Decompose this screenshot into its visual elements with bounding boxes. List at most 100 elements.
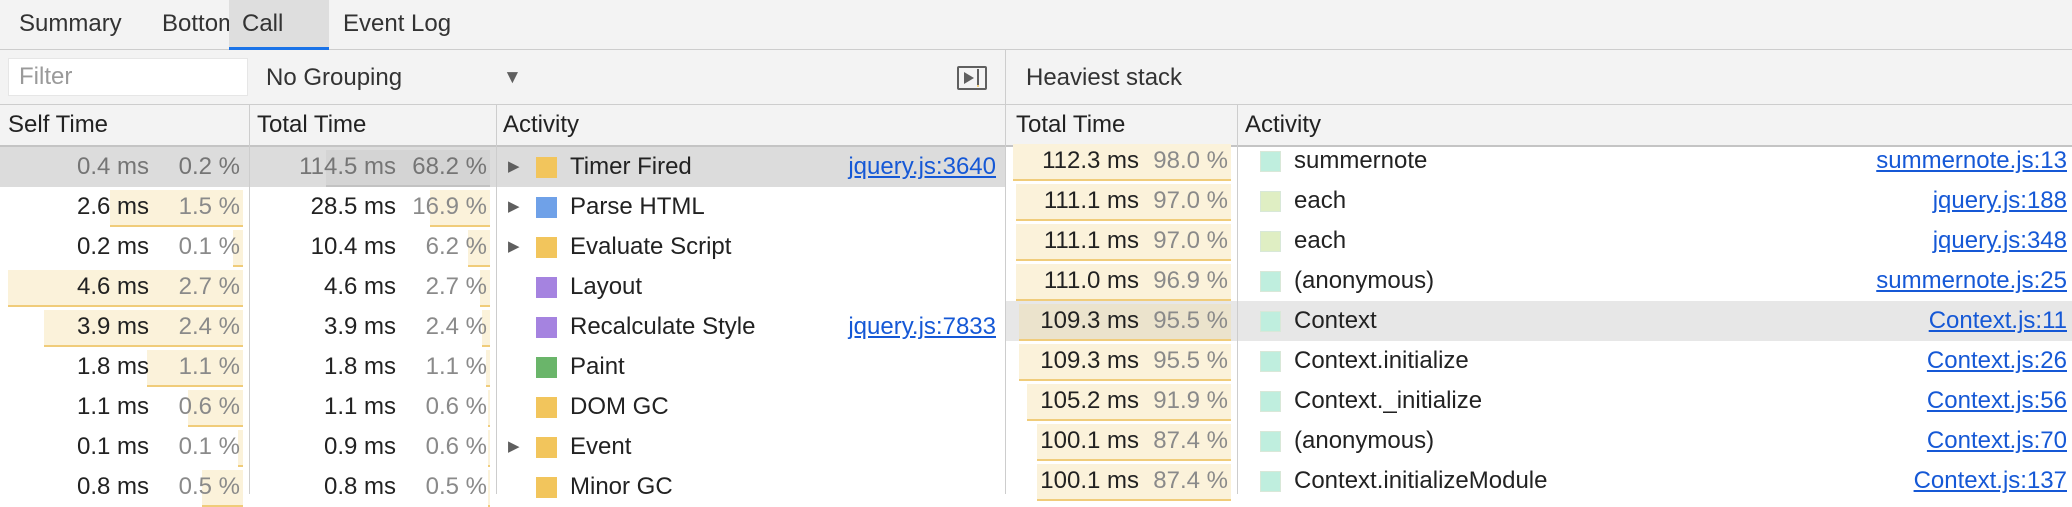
category-swatch: [536, 157, 557, 178]
source-link[interactable]: jquery.js:7833: [848, 307, 996, 347]
self-time-ms: 0.2 ms: [76, 233, 149, 260]
activity-cell: ▶ Timer Fired jquery.js:3640: [497, 147, 1005, 187]
heaviest-stack-row[interactable]: 109.3 ms 95.5 % Context Context.js:11: [1006, 301, 2072, 341]
activity-cell: Context.initialize Context.js:26: [1238, 341, 2072, 381]
source-link[interactable]: summernote.js:13: [1876, 141, 2067, 181]
total-time-cell: 109.3 ms 95.5 %: [1006, 341, 1237, 381]
column-divider[interactable]: [249, 105, 250, 494]
table-row[interactable]: 1.1 ms 0.6 % 1.1 ms 0.6 % DOM GC: [0, 387, 1005, 427]
source-link[interactable]: jquery.js:3640: [848, 147, 996, 187]
total-time-pct: 91.9 %: [1153, 387, 1228, 414]
category-swatch: [536, 317, 557, 338]
category-swatch: [1260, 191, 1281, 212]
grouping-select[interactable]: No Grouping: [266, 50, 402, 105]
total-time-ms: 109.3 ms: [1040, 307, 1139, 334]
table-row[interactable]: 2.6 ms 1.5 % 28.5 ms 16.9 % ▶ Parse HTML: [0, 187, 1005, 227]
activity-cell: ▶ Evaluate Script: [497, 227, 1005, 267]
heaviest-stack-row[interactable]: 100.1 ms 87.4 % Context.initializeModule Co…: [1006, 461, 2072, 501]
heaviest-stack-row[interactable]: 105.2 ms 91.9 % Context._initialize Context…: [1006, 381, 2072, 421]
toolbar: No Grouping ▼ Heaviest stack: [0, 50, 2072, 105]
activity-cell: Minor GC: [497, 467, 1005, 507]
tab-event-log[interactable]: Event Log: [324, 0, 470, 50]
total-time-pct: 96.9 %: [1153, 267, 1228, 294]
total-time-ms: 28.5 ms: [310, 193, 396, 220]
self-time-cell: 0.2 ms 0.1 %: [0, 227, 249, 267]
heaviest-stack-row[interactable]: 112.3 ms 98.0 % summernote summernote.js:13: [1006, 141, 2072, 181]
total-time-ms: 4.6 ms: [323, 273, 396, 300]
self-time-pct: 1.5 %: [178, 193, 240, 220]
source-link[interactable]: Context.js:70: [1927, 421, 2067, 461]
triangle-down-icon[interactable]: ▼: [503, 50, 522, 105]
category-swatch: [536, 397, 557, 418]
source-link[interactable]: Context.js:26: [1927, 341, 2067, 381]
heaviest-stack-row[interactable]: 100.1 ms 87.4 % (anonymous) Context.js:70: [1006, 421, 2072, 461]
total-time-cell: 0.9 ms 0.6 %: [250, 427, 496, 467]
table-row[interactable]: 1.8 ms 1.1 % 1.8 ms 1.1 % Paint: [0, 347, 1005, 387]
heaviest-header-total-time[interactable]: Total Time: [1016, 105, 1125, 145]
total-time-pct: 16.9 %: [412, 193, 487, 220]
heaviest-stack-row[interactable]: 109.3 ms 95.5 % Context.initialize Context.…: [1006, 341, 2072, 381]
tab-summary[interactable]: Summary: [0, 0, 141, 50]
self-time-pct: 0.1 %: [178, 433, 240, 460]
source-link[interactable]: Context.js:137: [1914, 461, 2067, 501]
category-swatch: [1260, 351, 1281, 372]
self-time-pct: 0.6 %: [178, 393, 240, 420]
total-time-ms: 100.1 ms: [1040, 427, 1139, 454]
source-link[interactable]: jquery.js:188: [1933, 181, 2067, 221]
activity-name: Event: [570, 433, 632, 460]
total-time-cell: 109.3 ms 95.5 %: [1006, 301, 1237, 341]
split-divider[interactable]: [1005, 50, 1006, 494]
show-sidebar-icon[interactable]: [957, 66, 987, 90]
total-time-cell: 1.8 ms 1.1 %: [250, 347, 496, 387]
total-time-ms: 100.1 ms: [1040, 467, 1139, 494]
tab-call-tree[interactable]: Call Tree: [229, 0, 329, 85]
total-time-cell: 100.1 ms 87.4 %: [1006, 421, 1237, 461]
source-link[interactable]: Context.js:56: [1927, 381, 2067, 421]
source-link[interactable]: summernote.js:25: [1876, 261, 2067, 301]
self-time-pct: 0.2 %: [178, 153, 240, 180]
self-time-pct: 0.5 %: [178, 473, 240, 500]
activity-name: Parse HTML: [570, 193, 705, 220]
table-row[interactable]: 0.8 ms 0.5 % 0.8 ms 0.5 % Minor GC: [0, 467, 1005, 507]
self-time-ms: 0.1 ms: [76, 433, 149, 460]
total-time-ms: 111.1 ms: [1043, 187, 1139, 214]
source-link[interactable]: jquery.js:348: [1933, 221, 2067, 261]
activity-name: Minor GC: [570, 473, 673, 500]
total-time-ms: 1.1 ms: [323, 393, 396, 420]
tab-bar: Summary Bottom-Up Call Tree Event Log: [0, 0, 2072, 85]
table-row[interactable]: 0.2 ms 0.1 % 10.4 ms 6.2 % ▶ Evaluate Script: [0, 227, 1005, 267]
expand-arrow-icon[interactable]: ▶: [508, 227, 520, 267]
table-row[interactable]: 3.9 ms 2.4 % 3.9 ms 2.4 % Recalculate Style j…: [0, 307, 1005, 347]
expand-arrow-icon[interactable]: ▶: [508, 187, 520, 227]
total-time-cell: 4.6 ms 2.7 %: [250, 267, 496, 307]
total-time-pct: 68.2 %: [412, 153, 487, 180]
expand-arrow-icon[interactable]: ▶: [508, 427, 520, 467]
heaviest-stack-row[interactable]: 111.0 ms 96.9 % (anonymous) summernote.js:2…: [1006, 261, 2072, 301]
filter-input[interactable]: [8, 58, 248, 96]
header-total-time[interactable]: Total Time: [257, 105, 366, 145]
category-swatch: [1260, 311, 1281, 332]
total-time-cell: 28.5 ms 16.9 %: [250, 187, 496, 227]
total-time-pct: 1.1 %: [425, 353, 487, 380]
activity-name: Recalculate Style: [570, 313, 756, 340]
self-time-cell: 0.8 ms 0.5 %: [0, 467, 249, 507]
category-swatch: [536, 357, 557, 378]
table-row[interactable]: 0.1 ms 0.1 % 0.9 ms 0.6 % ▶ Event: [0, 427, 1005, 467]
table-row[interactable]: 4.6 ms 2.7 % 4.6 ms 2.7 % Layout: [0, 267, 1005, 307]
expand-arrow-icon[interactable]: ▶: [508, 147, 520, 187]
header-self-time[interactable]: Self Time: [8, 105, 108, 145]
total-time-pct: 95.5 %: [1153, 307, 1228, 334]
source-link[interactable]: Context.js:11: [1929, 301, 2067, 341]
total-time-pct: 2.7 %: [425, 273, 487, 300]
column-divider[interactable]: [496, 105, 497, 494]
table-row[interactable]: 0.4 ms 0.2 % 114.5 ms 68.2 % ▶ Timer Fired jqu…: [0, 147, 1005, 187]
heaviest-stack-row[interactable]: 111.1 ms 97.0 % each jquery.js:348: [1006, 221, 2072, 261]
heaviest-header-activity[interactable]: Activity: [1245, 105, 1321, 145]
total-time-bar: [488, 470, 490, 507]
activity-name: (anonymous): [1294, 267, 1435, 294]
activity-cell: (anonymous) summernote.js:25: [1238, 261, 2072, 301]
activity-cell: Context._initialize Context.js:56: [1238, 381, 2072, 421]
column-divider[interactable]: [1237, 105, 1238, 494]
header-activity[interactable]: Activity: [503, 105, 579, 145]
heaviest-stack-row[interactable]: 111.1 ms 97.0 % each jquery.js:188: [1006, 181, 2072, 221]
